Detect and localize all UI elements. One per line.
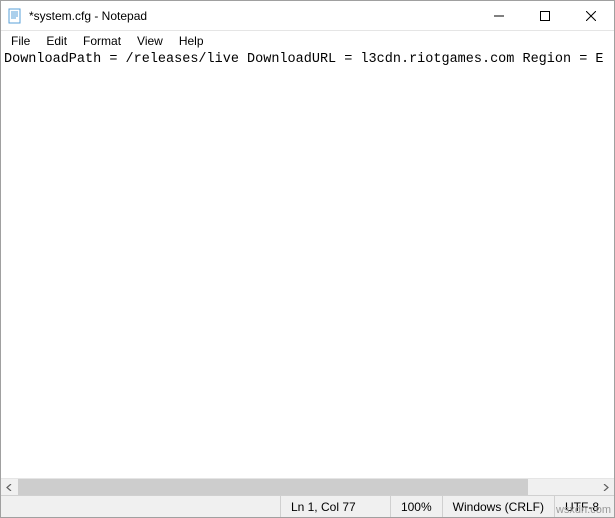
horizontal-scrollbar[interactable] [1,478,614,495]
scroll-left-arrow[interactable] [1,479,18,496]
status-position: Ln 1, Col 77 [280,496,390,517]
scroll-track[interactable] [18,479,597,495]
close-button[interactable] [568,1,614,30]
status-encoding: UTF-8 [554,496,614,517]
menu-format[interactable]: Format [75,32,129,50]
titlebar: *system.cfg - Notepad [1,1,614,31]
status-zoom: 100% [390,496,442,517]
status-eol: Windows (CRLF) [442,496,554,517]
menu-view[interactable]: View [129,32,171,50]
minimize-button[interactable] [476,1,522,30]
menu-edit[interactable]: Edit [38,32,75,50]
scroll-thumb[interactable] [18,479,528,495]
maximize-button[interactable] [522,1,568,30]
window-controls [476,1,614,30]
notepad-icon [7,8,23,24]
window-title: *system.cfg - Notepad [29,9,476,23]
editor-area[interactable]: DownloadPath = /releases/live DownloadUR… [1,51,614,495]
menu-help[interactable]: Help [171,32,212,50]
scroll-right-arrow[interactable] [597,479,614,496]
text-content[interactable]: DownloadPath = /releases/live DownloadUR… [1,51,614,478]
menu-file[interactable]: File [3,32,38,50]
menubar: File Edit Format View Help [1,31,614,51]
statusbar: Ln 1, Col 77 100% Windows (CRLF) UTF-8 w… [1,495,614,517]
